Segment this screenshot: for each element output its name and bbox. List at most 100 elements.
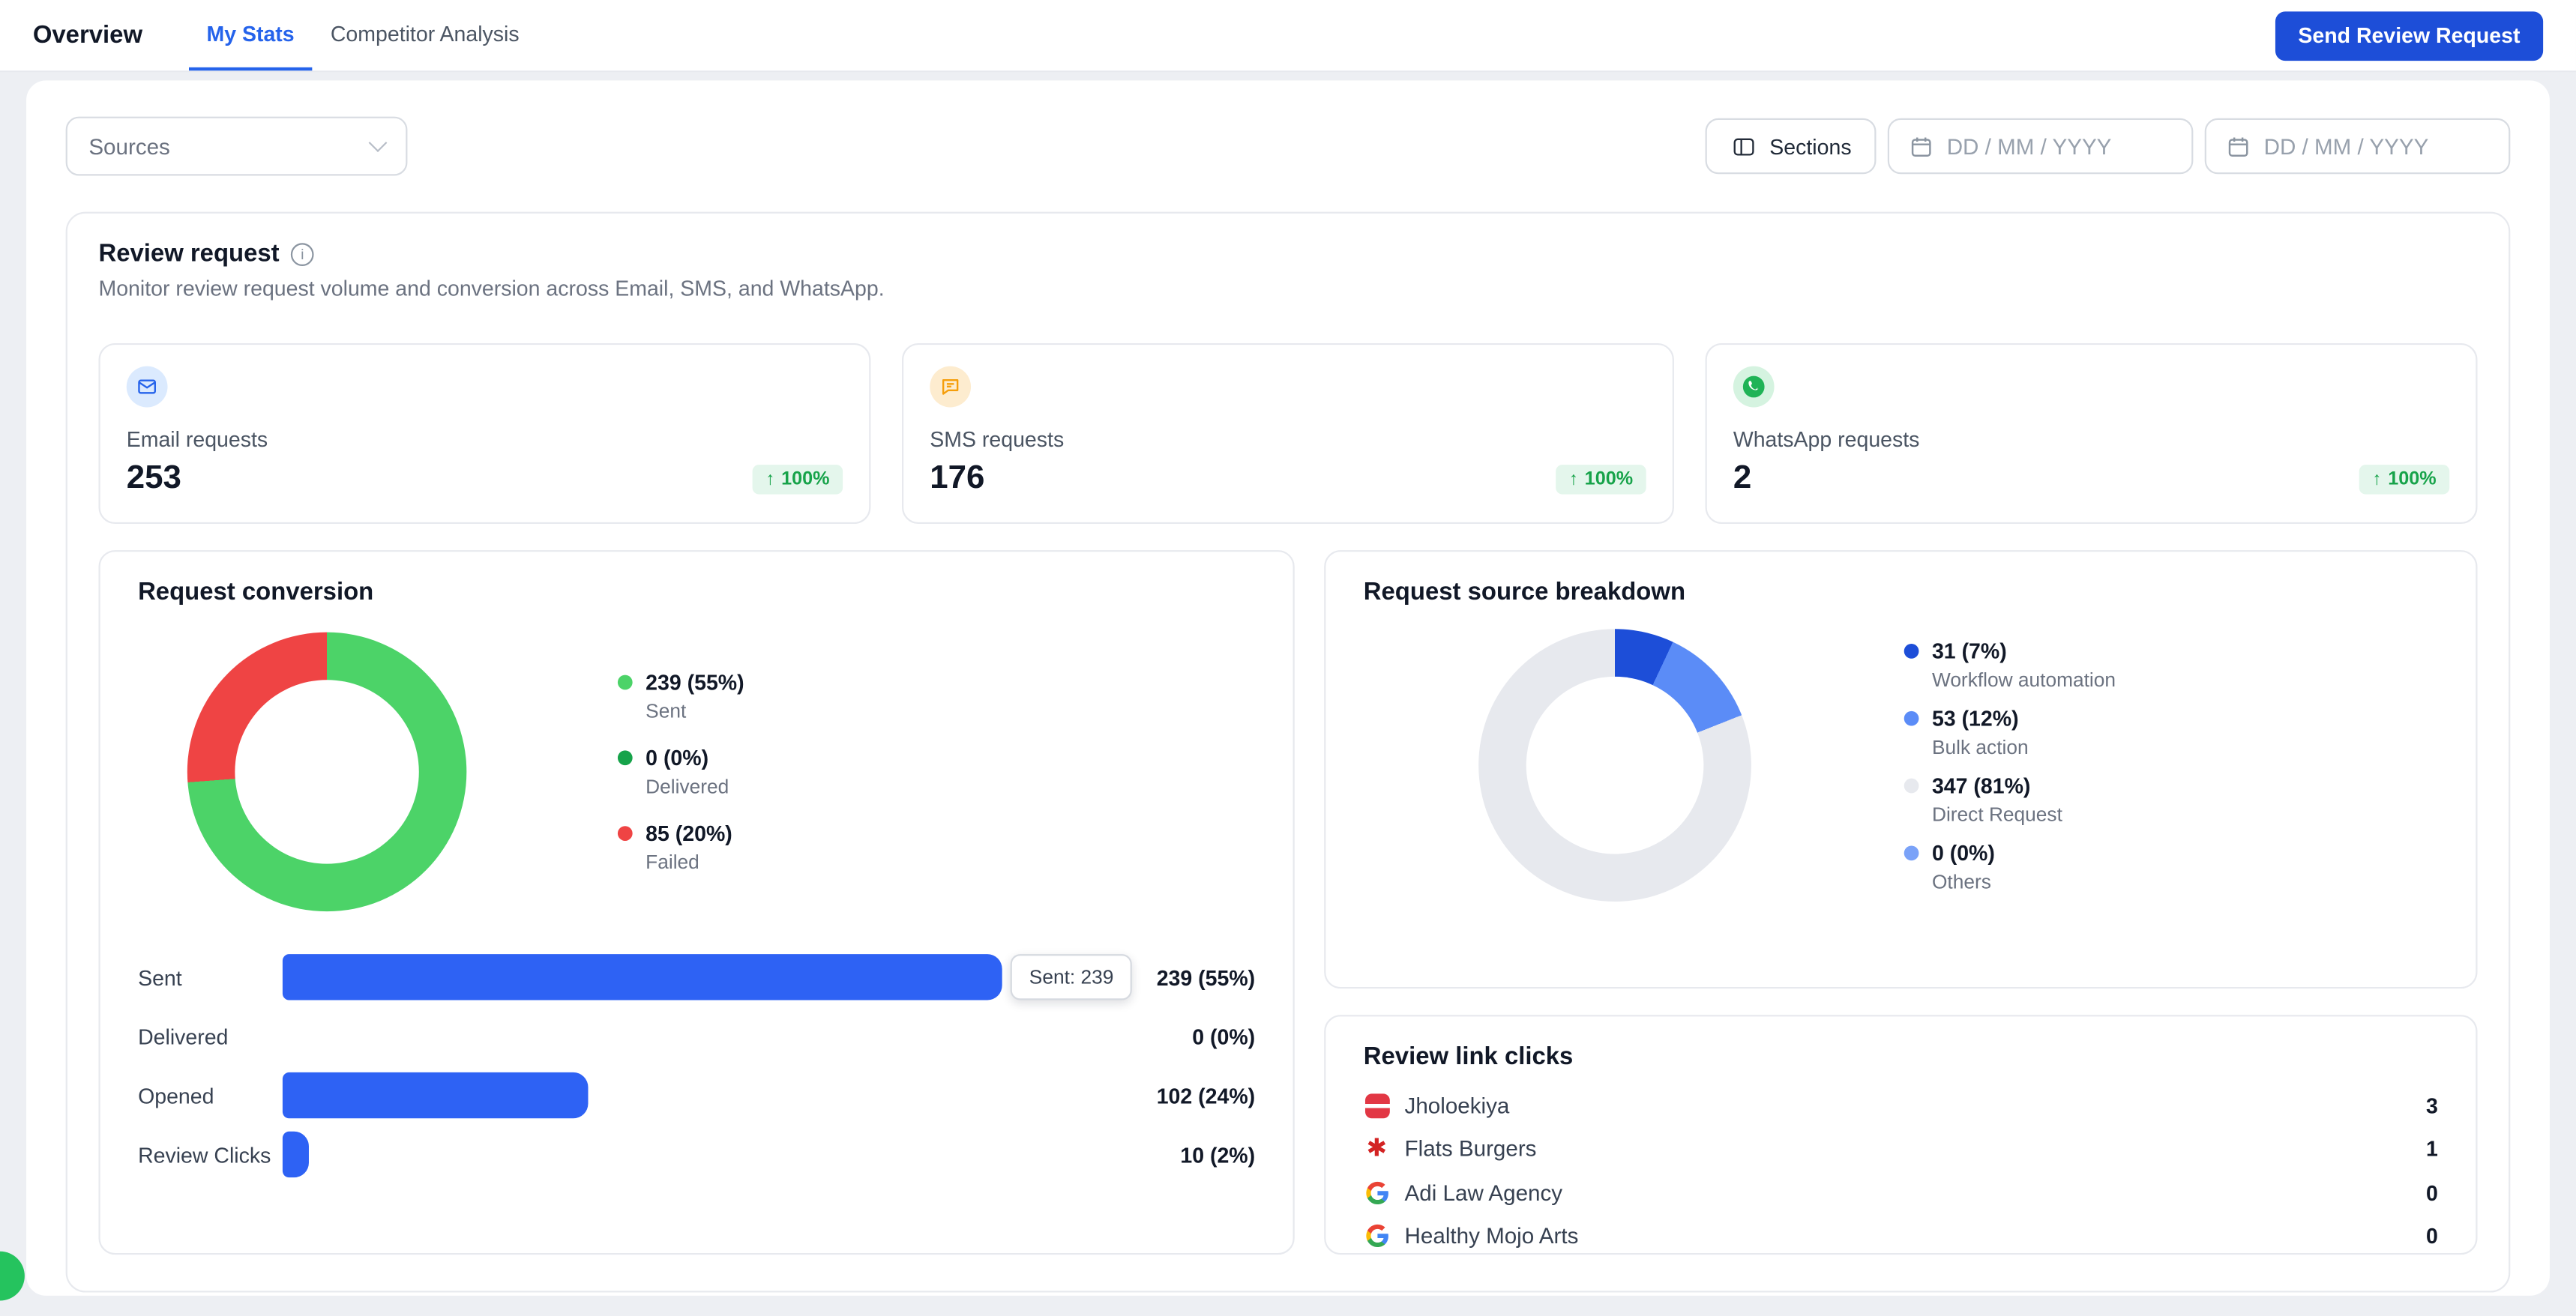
- bar-label: Review Clicks: [138, 1142, 283, 1167]
- legend-dot: [618, 675, 633, 690]
- legend-value: 85 (20%): [645, 821, 732, 846]
- calendar-icon: [1907, 133, 1933, 159]
- change-badge: 100%: [1556, 464, 1646, 493]
- bar-track: Sent: 239: [283, 954, 1110, 1000]
- review-link-clicks-card: Review link clicks Jholoekiya 3 Flats Bu…: [1324, 1015, 2477, 1255]
- date-end-input[interactable]: DD / MM / YYYY: [2205, 118, 2511, 175]
- bar-value: 0 (0%): [1110, 1024, 1255, 1048]
- tab-competitor-analysis[interactable]: Competitor Analysis: [313, 0, 538, 70]
- bar-tooltip: Sent: 239: [1011, 954, 1132, 1000]
- bar-row-sent: Sent Sent: 239 239 (55%): [138, 954, 1255, 1000]
- request-source-breakdown-card: Request source breakdown 31 (7: [1324, 550, 2477, 988]
- legend-item: 239 (55%) Sent: [618, 670, 744, 722]
- stat-value: 176: [930, 460, 984, 498]
- click-count: 0: [2426, 1180, 2438, 1205]
- info-icon[interactable]: [291, 242, 314, 265]
- main-panel: Sources Sections: [26, 80, 2550, 1296]
- business-name: Jholoekiya: [1405, 1093, 1510, 1118]
- sms-icon: [930, 366, 971, 408]
- bar-row-opened: Opened 102 (24%): [138, 1072, 1255, 1118]
- bar-value: 102 (24%): [1110, 1083, 1255, 1108]
- dashboard-page: Overview My Stats Competitor Analysis Se…: [0, 0, 2576, 1315]
- business-name: Flats Burgers: [1405, 1137, 1537, 1162]
- legend-value: 53 (12%): [1932, 705, 2019, 730]
- sources-select[interactable]: Sources: [66, 117, 408, 176]
- list-item: Jholoekiya 3: [1364, 1084, 2438, 1127]
- bar-track: [283, 1013, 1110, 1059]
- conversion-legend: 239 (55%) Sent 0 (0%) Delivered: [618, 670, 744, 874]
- bar-track: [283, 1072, 1110, 1118]
- bar-row-review-clicks: Review Clicks 10 (2%): [138, 1132, 1255, 1177]
- bar-value: 10 (2%): [1110, 1142, 1255, 1167]
- bar-label: Delivered: [138, 1024, 283, 1048]
- card-title: Request conversion: [138, 578, 1255, 606]
- legend-value: 239 (55%): [645, 670, 744, 695]
- date-start-placeholder: DD / MM / YYYY: [1947, 134, 2112, 159]
- whatsapp-icon: [1733, 366, 1775, 408]
- arrow-up-icon: [1569, 469, 1578, 489]
- legend-label: Bulk action: [1932, 735, 2116, 758]
- legend-item: 53 (12%) Bulk action: [1904, 705, 2116, 758]
- stat-label: WhatsApp requests: [1733, 427, 2449, 452]
- legend-item: 0 (0%) Others: [1904, 840, 2116, 893]
- legend-label: Direct Request: [1932, 802, 2116, 825]
- bar-track: [283, 1132, 1110, 1177]
- review-request-section: Review request Monitor review request vo…: [66, 212, 2511, 1293]
- request-conversion-card: Request conversion 239 (55%): [98, 550, 1294, 1255]
- stat-label: Email requests: [127, 427, 843, 452]
- section-title: Review request: [98, 240, 279, 268]
- legend-item: 347 (81%) Direct Request: [1904, 773, 2116, 825]
- change-value: 100%: [1585, 469, 1633, 489]
- legend-dot: [1904, 710, 1919, 725]
- charts-row: Request conversion 239 (55%): [98, 550, 2477, 1255]
- legend-label: Sent: [645, 699, 744, 722]
- send-review-request-button[interactable]: Send Review Request: [2275, 10, 2543, 60]
- legend-label: Others: [1932, 869, 2116, 893]
- change-badge: 100%: [2359, 464, 2449, 493]
- legend-item: 85 (20%) Failed: [618, 821, 744, 874]
- list-item: Adi Law Agency 0: [1364, 1171, 2438, 1214]
- click-count: 1: [2426, 1137, 2438, 1162]
- bar-label: Sent: [138, 965, 283, 989]
- list-item: Flats Burgers 1: [1364, 1127, 2438, 1171]
- review-link-clicks-list: Jholoekiya 3 Flats Burgers 1: [1364, 1084, 2438, 1258]
- click-count: 3: [2426, 1093, 2438, 1118]
- legend-value: 347 (81%): [1932, 773, 2030, 797]
- date-end-placeholder: DD / MM / YYYY: [2264, 134, 2429, 159]
- stat-value: 2: [1733, 460, 1751, 498]
- arrow-up-icon: [765, 469, 774, 489]
- business-name: Healthy Mojo Arts: [1405, 1224, 1579, 1249]
- filter-row: Sources Sections: [66, 117, 2511, 176]
- legend-dot: [1904, 643, 1919, 658]
- bar-fill: [283, 1132, 309, 1177]
- source-donut-chart: [1478, 629, 1751, 902]
- stat-card-sms-requests: SMS requests 176 100%: [902, 343, 1674, 524]
- legend-label: Workflow automation: [1932, 668, 2116, 691]
- conversion-donut-chart: [187, 633, 467, 912]
- page-title: Overview: [33, 0, 142, 70]
- stat-card-whatsapp-requests: WhatsApp requests 2 100%: [1706, 343, 2478, 524]
- list-item: Healthy Mojo Arts 0: [1364, 1214, 2438, 1258]
- tab-my-stats[interactable]: My Stats: [188, 0, 312, 70]
- google-icon: [1364, 1180, 1390, 1206]
- sections-button[interactable]: Sections: [1706, 118, 1877, 175]
- source-legend: 31 (7%) Workflow automation 53 (12%): [1904, 638, 2116, 893]
- bar-row-delivered: Delivered 0 (0%): [138, 1013, 1255, 1059]
- card-title: Request source breakdown: [1364, 578, 2438, 606]
- google-icon: [1364, 1223, 1390, 1249]
- sections-icon: [1730, 133, 1757, 159]
- main-content: Sources Sections: [0, 72, 2576, 1296]
- stat-card-email-requests: Email requests 253 100%: [98, 343, 870, 524]
- legend-dot: [618, 750, 633, 765]
- bar-label: Opened: [138, 1083, 283, 1108]
- donut-hole: [235, 680, 418, 863]
- date-start-input[interactable]: DD / MM / YYYY: [1888, 118, 2194, 175]
- donut-hole: [1526, 677, 1704, 854]
- tab-bar: My Stats Competitor Analysis: [188, 0, 537, 70]
- legend-label: Failed: [645, 851, 744, 874]
- legend-value: 0 (0%): [1932, 840, 1995, 865]
- legend-value: 31 (7%): [1932, 638, 2007, 662]
- zomato-icon: [1364, 1093, 1390, 1119]
- section-subtitle: Monitor review request volume and conver…: [98, 276, 2477, 301]
- sections-button-label: Sections: [1769, 134, 1851, 159]
